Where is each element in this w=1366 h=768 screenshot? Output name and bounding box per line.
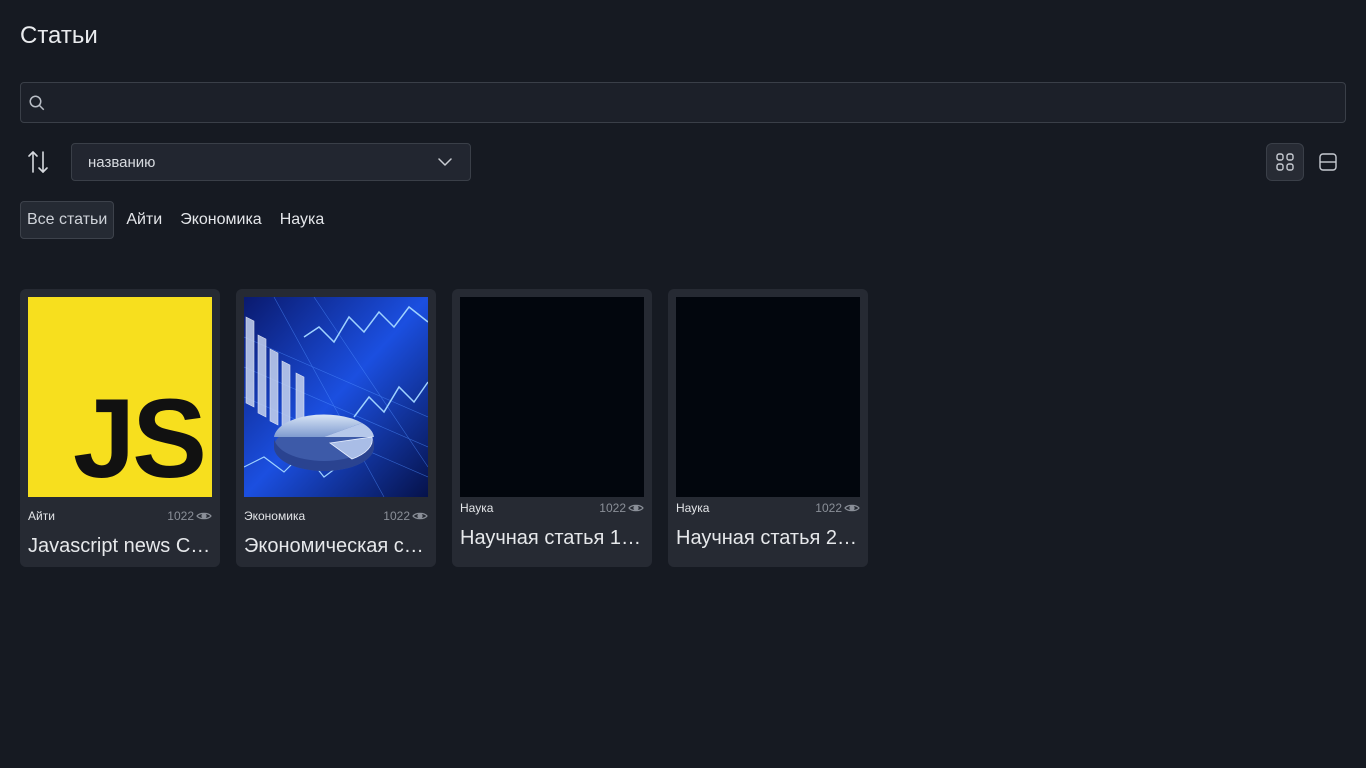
article-views: 1022 [383, 509, 428, 523]
article-tag: Наука [460, 501, 494, 515]
article-card[interactable]: Экономика 1022 Экономическая с… [236, 289, 436, 567]
article-meta: Айти 1022 [28, 509, 212, 523]
js-logo-image: JS [28, 297, 212, 497]
sort-arrows-icon [28, 151, 48, 173]
article-card[interactable]: Наука 1022 Научная статья 1… [452, 289, 652, 567]
views-count: 1022 [599, 501, 626, 515]
article-views: 1022 [815, 501, 860, 515]
article-views: 1022 [167, 509, 212, 523]
sort-field-select[interactable]: названию [71, 143, 471, 181]
article-tag: Айти [28, 509, 55, 523]
article-title: Javascript news C… [28, 535, 211, 557]
chevron-down-icon [438, 158, 452, 166]
eye-icon [196, 512, 212, 520]
black-image [676, 297, 860, 497]
tab-all-articles[interactable]: Все статьи [20, 201, 115, 239]
article-title: Экономическая с… [244, 535, 424, 557]
article-title: Научная статья 2… [676, 527, 858, 549]
views-count: 1022 [167, 509, 194, 523]
list-view-button[interactable] [1309, 143, 1347, 181]
tab-it[interactable]: Айти [126, 201, 162, 239]
eye-icon [628, 504, 644, 512]
article-meta: Экономика 1022 [244, 509, 428, 523]
article-title: Научная статья 1… [460, 527, 642, 549]
black-image [460, 297, 644, 497]
search-icon [29, 95, 45, 110]
article-card[interactable]: Наука 1022 Научная статья 2… [668, 289, 868, 567]
article-meta: Наука 1022 [460, 501, 644, 515]
eye-icon [412, 512, 428, 520]
svg-text:JS: JS [73, 376, 204, 497]
eye-icon [844, 504, 860, 512]
category-tabs: Все статьи Айти Экономика Наука [20, 201, 324, 239]
article-tag: Наука [676, 501, 710, 515]
sort-field-value: названию [88, 153, 156, 171]
views-count: 1022 [383, 509, 410, 523]
search-box[interactable] [20, 82, 1346, 123]
grid-view-button[interactable] [1266, 143, 1304, 181]
article-meta: Наука 1022 [676, 501, 860, 515]
economy-chart-image [244, 297, 428, 497]
sort-order-button[interactable] [26, 149, 50, 175]
list-view-icon [1319, 153, 1337, 171]
views-count: 1022 [815, 501, 842, 515]
grid-view-icon [1276, 153, 1294, 171]
article-card[interactable]: JS Айти 1022 Javascript news C… [20, 289, 220, 567]
article-tag: Экономика [244, 509, 306, 523]
tab-economics[interactable]: Экономика [180, 201, 262, 239]
article-views: 1022 [599, 501, 644, 515]
articles-page: Статьи названию Все статьи Айти Экономик… [0, 0, 1366, 768]
page-title: Статьи [20, 22, 98, 49]
tab-science[interactable]: Наука [280, 201, 325, 239]
search-input[interactable] [46, 83, 1345, 122]
article-list: JS Айти 1022 Javascript news C… Экономик… [20, 289, 884, 567]
